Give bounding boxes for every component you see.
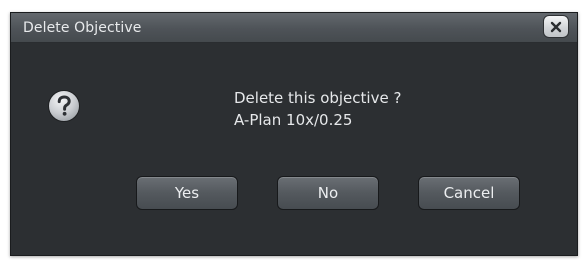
no-button[interactable]: No [277, 176, 379, 210]
cancel-button[interactable]: Cancel [418, 176, 520, 210]
objective-name: A-Plan 10x/0.25 [234, 111, 353, 129]
dialog-message: Delete this objective ? A-Plan 10x/0.25 [234, 87, 401, 131]
yes-button[interactable]: Yes [136, 176, 238, 210]
question-icon [47, 89, 81, 123]
close-icon [550, 21, 562, 33]
dialog-title: Delete Objective [23, 20, 142, 36]
message-question: Delete this objective ? [234, 89, 402, 107]
delete-objective-dialog: Delete Objective Delete this objective ?… [10, 12, 578, 256]
close-button[interactable] [543, 15, 569, 38]
dialog-titlebar[interactable]: Delete Objective [11, 13, 577, 43]
